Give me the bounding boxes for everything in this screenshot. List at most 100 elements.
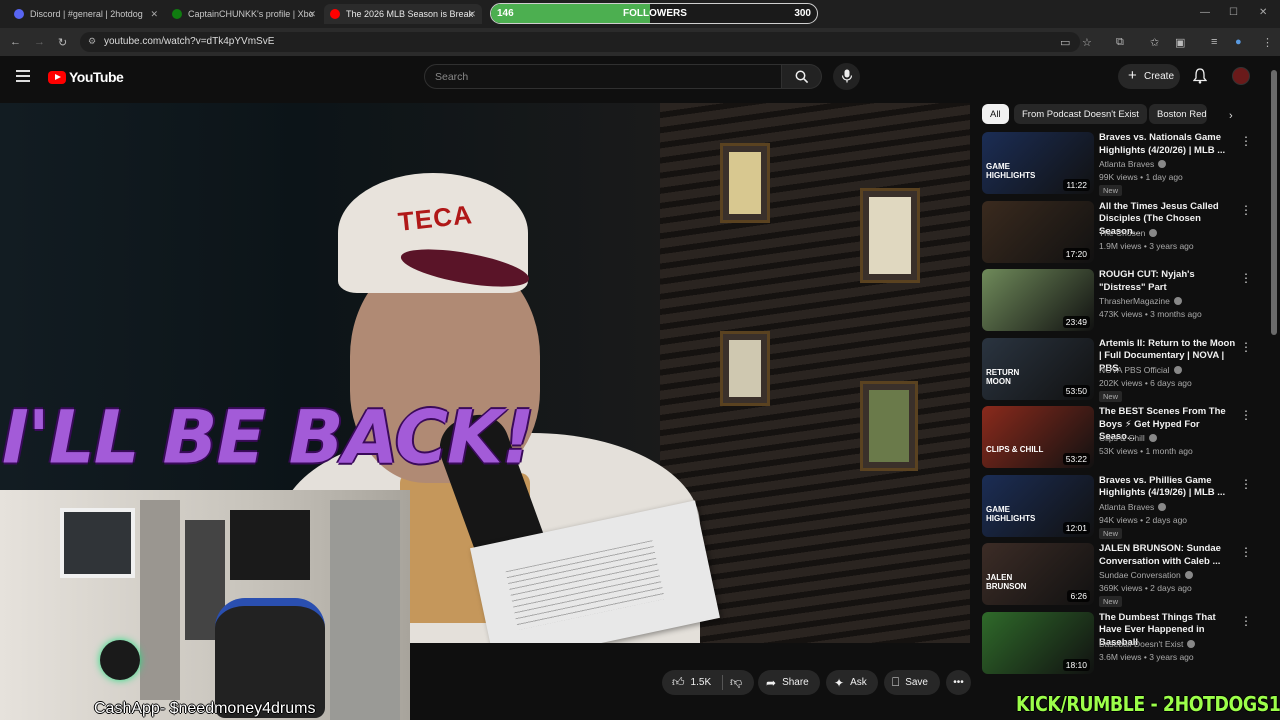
channel-name-text: NOVA PBS Official — [1099, 364, 1170, 375]
more-vertical-icon[interactable]: ⋮ — [1240, 614, 1252, 628]
maximize-icon[interactable]: ☐ — [1229, 7, 1238, 18]
plus-icon: + — [1128, 67, 1137, 84]
collections-icon[interactable]: ▣ — [1175, 36, 1185, 49]
more-actions-button[interactable]: ••• — [946, 670, 971, 695]
verified-check-icon — [1148, 434, 1157, 442]
video-thumbnail[interactable]: 17:20 — [982, 200, 1094, 263]
video-title[interactable]: JALEN BRUNSON: Sundae Conversation with … — [1099, 543, 1237, 568]
menu-icon[interactable] — [16, 70, 30, 82]
video-thumbnail[interactable]: RETURN MOON 53:50 — [982, 337, 1094, 400]
recommended-video[interactable]: GAME HIGHLIGHTS 12:01 Braves vs. Phillies … — [982, 474, 1262, 539]
verified-check-icon — [1173, 297, 1182, 305]
favorites-icon[interactable]: ✩ — [1150, 36, 1159, 49]
more-vertical-icon[interactable]: ⋮ — [1240, 408, 1252, 422]
more-vertical-icon[interactable]: ⋮ — [1240, 203, 1252, 217]
recommended-video[interactable]: RETURN MOON 53:50 Artemis II: Return to th… — [982, 337, 1262, 402]
tab-discord[interactable]: Discord | #general | 2hotdog ✕ — [8, 4, 164, 24]
youtube-logo[interactable]: YouTube — [48, 69, 124, 85]
followers-label: FOLLOWERS — [623, 8, 687, 19]
thumbnail-text: CLIPS & CHILL — [986, 445, 1044, 454]
video-thumbnail[interactable]: 18:10 — [982, 611, 1094, 674]
chip-boston-red-sox[interactable]: Boston Red S — [1149, 104, 1207, 124]
more-vertical-icon[interactable]: ⋮ — [1240, 545, 1252, 559]
channel-name[interactable]: NOVA PBS Official — [1099, 365, 1182, 375]
extensions-icon[interactable]: ⧉ — [1116, 36, 1124, 49]
new-badge: New — [1099, 185, 1123, 196]
channel-name-text: Atlanta Braves — [1099, 159, 1155, 169]
like-dislike-group: 👍︎ 1.5K 👎︎ — [662, 670, 754, 695]
profile-icon[interactable]: ● — [1235, 36, 1242, 48]
create-button[interactable]: + Create — [1118, 64, 1180, 89]
browser-tab-bar: Discord | #general | 2hotdog ✕ CaptainCH… — [0, 0, 1280, 28]
reload-icon[interactable]: ↻ — [58, 36, 67, 49]
recommended-video[interactable]: 23:49 ROUGH CUT: Nyjah's "Distress" Part T… — [982, 269, 1262, 331]
video-meta: 99K views • 1 day ago — [1099, 172, 1183, 182]
channel-name[interactable]: Sundae Conversation — [1099, 570, 1193, 580]
cast-icon[interactable]: ▭ — [1060, 36, 1070, 49]
page-scrollbar[interactable] — [1271, 70, 1277, 335]
chevron-right-icon[interactable]: › — [1229, 110, 1233, 122]
more-vertical-icon[interactable]: ⋮ — [1240, 477, 1252, 491]
video-thumbnail[interactable]: 23:49 — [982, 269, 1094, 331]
search-button[interactable] — [782, 64, 822, 89]
recommended-video[interactable]: 17:20 All the Times Jesus Called Disciple… — [982, 200, 1262, 263]
video-duration: 11:22 — [1063, 179, 1090, 191]
video-meta: 94K views • 2 days ago — [1099, 514, 1188, 525]
reading-list-icon[interactable]: ≡ — [1211, 36, 1217, 48]
new-badge: New — [1099, 390, 1123, 402]
tab-youtube-video[interactable]: The 2026 MLB Season is Break ✕ — [324, 4, 482, 24]
recommended-video[interactable]: 18:10 The Dumbest Things That Have Ever H… — [982, 611, 1262, 674]
url-field[interactable]: ⚙ youtube.com/watch?v=dTk4pYVmSvE — [80, 32, 1080, 52]
window-close-icon[interactable]: ✕ — [1259, 7, 1267, 18]
video-thumbnail[interactable]: CLIPS & CHILL 53:22 — [982, 406, 1094, 468]
close-tab-icon[interactable]: ✕ — [308, 9, 316, 20]
search-placeholder: Search — [435, 71, 469, 83]
video-duration: 23:49 — [1062, 316, 1090, 328]
verified-check-icon — [1158, 502, 1167, 511]
forward-icon[interactable]: → — [34, 36, 45, 48]
chip-all[interactable]: All — [982, 104, 1009, 124]
browser-menu-icon[interactable]: ⋮ — [1262, 36, 1273, 49]
recommended-video[interactable]: JALEN BRUNSON 6:26 JALEN BRUNSON: Sundae C… — [982, 543, 1262, 607]
close-tab-icon[interactable]: ✕ — [150, 9, 158, 20]
back-icon[interactable]: ← — [10, 36, 21, 48]
channel-name[interactable]: The Chosen — [1099, 228, 1158, 238]
account-avatar[interactable] — [1232, 67, 1250, 85]
channel-name[interactable]: Baseball Doesn't Exist — [1099, 639, 1196, 649]
chip-from-channel[interactable]: From Podcast Doesn't Exist — [1014, 104, 1147, 124]
wall-poster — [860, 381, 918, 471]
share-button[interactable]: ➦ Share — [758, 670, 820, 695]
like-button[interactable]: 👍︎ 1.5K — [672, 675, 711, 690]
search-input[interactable]: Search — [424, 64, 782, 89]
channel-name[interactable]: ThrasherMagazine — [1099, 296, 1182, 306]
channel-name[interactable]: Clips & Chill — [1099, 433, 1157, 443]
tab-xbox-profile[interactable]: CaptainCHUNKK's profile | Xbo ✕ — [166, 4, 322, 24]
video-title[interactable]: Braves vs. Nationals Game Highlights (4/… — [1099, 132, 1237, 157]
voice-search-button[interactable] — [833, 63, 860, 90]
channel-name[interactable]: Atlanta Braves — [1099, 502, 1167, 512]
site-info-icon[interactable]: ⚙ — [88, 36, 96, 47]
video-title[interactable]: ROUGH CUT: Nyjah's "Distress" Part — [1099, 269, 1237, 294]
streamer-webcam — [0, 490, 410, 720]
video-thumbnail[interactable]: GAME HIGHLIGHTS 11:22 — [982, 132, 1094, 194]
video-meta: 369K views • 2 days ago — [1099, 583, 1192, 593]
bookmark-star-icon[interactable]: ☆ — [1082, 36, 1092, 49]
save-button[interactable]: ⎕ Save — [884, 670, 940, 695]
close-tab-icon[interactable]: ✕ — [468, 9, 476, 20]
notifications-bell-icon[interactable] — [1193, 68, 1207, 84]
minimize-icon[interactable]: — — [1200, 7, 1210, 18]
channel-name[interactable]: Atlanta Braves — [1099, 159, 1167, 169]
webcam-drum-kit — [100, 640, 140, 680]
recommended-video[interactable]: CLIPS & CHILL 53:22 The BEST Scenes From T… — [982, 406, 1262, 468]
tab-title: CaptainCHUNKK's profile | Xbo — [188, 9, 314, 19]
more-vertical-icon[interactable]: ⋮ — [1240, 134, 1252, 148]
video-thumbnail[interactable]: JALEN BRUNSON 6:26 — [982, 543, 1094, 605]
more-vertical-icon[interactable]: ⋮ — [1240, 271, 1252, 285]
thumbs-down-icon[interactable]: 👎︎ — [730, 675, 742, 690]
video-thumbnail[interactable]: GAME HIGHLIGHTS 12:01 — [982, 474, 1094, 537]
recommended-video[interactable]: GAME HIGHLIGHTS 11:22 Braves vs. Nationals… — [982, 132, 1262, 196]
video-meta: 1.9M views • 3 years ago — [1099, 240, 1194, 251]
video-title[interactable]: Braves vs. Phillies Game Highlights (4/1… — [1099, 475, 1237, 500]
ask-button[interactable]: ✦ Ask — [826, 670, 878, 695]
more-vertical-icon[interactable]: ⋮ — [1240, 340, 1252, 354]
